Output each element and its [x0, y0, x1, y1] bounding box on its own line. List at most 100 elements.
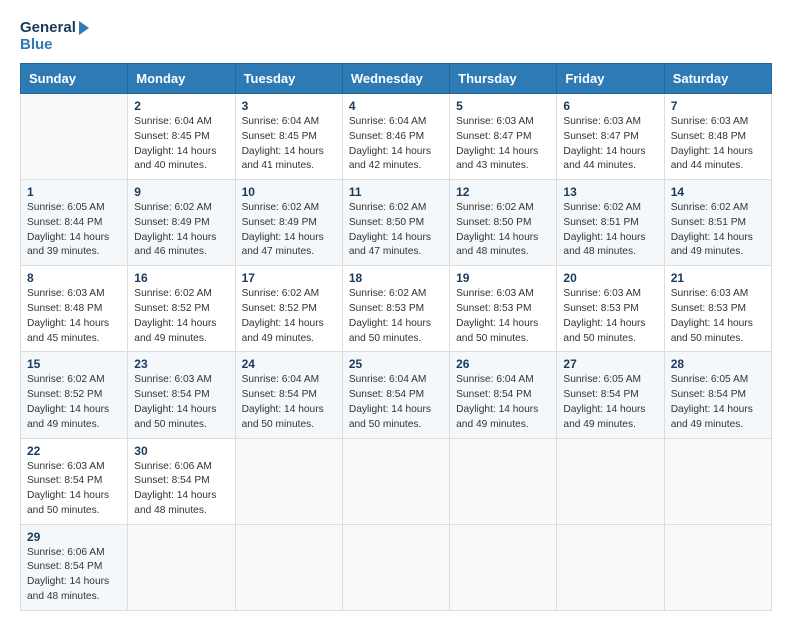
day-number: 6	[563, 99, 657, 113]
calendar-cell: 1 Sunrise: 6:05 AMSunset: 8:44 PMDaylight…	[21, 180, 128, 266]
calendar-cell: 24Sunrise: 6:04 AMSunset: 8:54 PMDayligh…	[235, 352, 342, 438]
day-number: 14	[671, 185, 765, 199]
day-number: 22	[27, 444, 121, 458]
week-row-4: 22 Sunrise: 6:03 AMSunset: 8:54 PMDayligh…	[21, 438, 772, 524]
calendar-cell: 9 Sunrise: 6:02 AMSunset: 8:49 PMDaylight…	[128, 180, 235, 266]
header-monday: Monday	[128, 64, 235, 94]
calendar-cell: 17Sunrise: 6:02 AMSunset: 8:52 PMDayligh…	[235, 266, 342, 352]
week-row-2: 8Sunrise: 6:03 AMSunset: 8:48 PMDaylight…	[21, 266, 772, 352]
logo-text-general: General	[20, 20, 89, 37]
day-number: 24	[242, 357, 336, 371]
calendar-cell: 27 Sunrise: 6:05 AMSunset: 8:54 PMDayligh…	[557, 352, 664, 438]
day-number: 30	[134, 444, 228, 458]
calendar-cell: 10Sunrise: 6:02 AMSunset: 8:49 PMDayligh…	[235, 180, 342, 266]
day-info: Sunrise: 6:02 AMSunset: 8:49 PMDaylight:…	[134, 201, 228, 260]
calendar-cell: 13 Sunrise: 6:02 AMSunset: 8:51 PMDayligh…	[557, 180, 664, 266]
calendar-cell	[235, 524, 342, 610]
day-info: Sunrise: 6:02 AMSunset: 8:50 PMDaylight:…	[349, 201, 443, 260]
day-info: Sunrise: 6:04 AMSunset: 8:45 PMDaylight:…	[242, 115, 336, 174]
calendar-cell: 22 Sunrise: 6:03 AMSunset: 8:54 PMDayligh…	[21, 438, 128, 524]
day-info: Sunrise: 6:04 AMSunset: 8:45 PMDaylight:…	[134, 115, 228, 174]
week-row-5: 29 Sunrise: 6:06 AMSunset: 8:54 PMDayligh…	[21, 524, 772, 610]
calendar-cell	[664, 524, 771, 610]
day-number: 8	[27, 271, 121, 285]
calendar-cell: 5Sunrise: 6:03 AMSunset: 8:47 PMDaylight…	[450, 94, 557, 180]
day-info: Sunrise: 6:02 AMSunset: 8:52 PMDaylight:…	[242, 287, 336, 346]
day-info: Sunrise: 6:02 AMSunset: 8:52 PMDaylight:…	[134, 287, 228, 346]
day-number: 21	[671, 271, 765, 285]
week-row-1: 1 Sunrise: 6:05 AMSunset: 8:44 PMDaylight…	[21, 180, 772, 266]
day-number: 28	[671, 357, 765, 371]
calendar-cell	[450, 438, 557, 524]
day-info: Sunrise: 6:03 AMSunset: 8:53 PMDaylight:…	[456, 287, 550, 346]
calendar-cell	[235, 438, 342, 524]
header-friday: Friday	[557, 64, 664, 94]
page-header: General Blue	[20, 20, 772, 53]
calendar-cell	[128, 524, 235, 610]
header-wednesday: Wednesday	[342, 64, 449, 94]
calendar-cell	[450, 524, 557, 610]
day-number: 9	[134, 185, 228, 199]
calendar-cell	[342, 524, 449, 610]
calendar-cell: 29 Sunrise: 6:06 AMSunset: 8:54 PMDayligh…	[21, 524, 128, 610]
day-number: 11	[349, 185, 443, 199]
logo-text-blue: Blue	[20, 37, 89, 54]
calendar-cell: 2 Sunrise: 6:04 AMSunset: 8:45 PMDaylight…	[128, 94, 235, 180]
header-thursday: Thursday	[450, 64, 557, 94]
day-info: Sunrise: 6:04 AMSunset: 8:54 PMDaylight:…	[349, 373, 443, 432]
header-tuesday: Tuesday	[235, 64, 342, 94]
calendar-cell: 18 Sunrise: 6:02 AMSunset: 8:53 PMDayligh…	[342, 266, 449, 352]
day-info: Sunrise: 6:03 AMSunset: 8:47 PMDaylight:…	[563, 115, 657, 174]
day-number: 26	[456, 357, 550, 371]
day-info: Sunrise: 6:02 AMSunset: 8:50 PMDaylight:…	[456, 201, 550, 260]
calendar-cell: 25 Sunrise: 6:04 AMSunset: 8:54 PMDayligh…	[342, 352, 449, 438]
day-info: Sunrise: 6:06 AMSunset: 8:54 PMDaylight:…	[27, 546, 121, 605]
calendar-cell: 23 Sunrise: 6:03 AMSunset: 8:54 PMDayligh…	[128, 352, 235, 438]
logo-container: General Blue	[20, 20, 89, 53]
day-info: Sunrise: 6:03 AMSunset: 8:54 PMDaylight:…	[134, 373, 228, 432]
day-info: Sunrise: 6:05 AMSunset: 8:54 PMDaylight:…	[563, 373, 657, 432]
day-info: Sunrise: 6:04 AMSunset: 8:54 PMDaylight:…	[456, 373, 550, 432]
calendar-cell: 21Sunrise: 6:03 AMSunset: 8:53 PMDayligh…	[664, 266, 771, 352]
day-info: Sunrise: 6:04 AMSunset: 8:46 PMDaylight:…	[349, 115, 443, 174]
calendar-cell: 15Sunrise: 6:02 AMSunset: 8:52 PMDayligh…	[21, 352, 128, 438]
calendar-cell	[342, 438, 449, 524]
calendar-cell: 26 Sunrise: 6:04 AMSunset: 8:54 PMDayligh…	[450, 352, 557, 438]
calendar-cell: 11 Sunrise: 6:02 AMSunset: 8:50 PMDayligh…	[342, 180, 449, 266]
day-number: 29	[27, 530, 121, 544]
day-number: 3	[242, 99, 336, 113]
header-sunday: Sunday	[21, 64, 128, 94]
calendar-cell: 20 Sunrise: 6:03 AMSunset: 8:53 PMDayligh…	[557, 266, 664, 352]
day-number: 25	[349, 357, 443, 371]
day-number: 12	[456, 185, 550, 199]
day-number: 7	[671, 99, 765, 113]
day-info: Sunrise: 6:03 AMSunset: 8:54 PMDaylight:…	[27, 460, 121, 519]
header-row: SundayMondayTuesdayWednesdayThursdayFrid…	[21, 64, 772, 94]
day-number: 23	[134, 357, 228, 371]
calendar-cell: 16Sunrise: 6:02 AMSunset: 8:52 PMDayligh…	[128, 266, 235, 352]
day-info: Sunrise: 6:02 AMSunset: 8:49 PMDaylight:…	[242, 201, 336, 260]
day-number: 2	[134, 99, 228, 113]
day-number: 18	[349, 271, 443, 285]
day-number: 20	[563, 271, 657, 285]
calendar-cell: 28 Sunrise: 6:05 AMSunset: 8:54 PMDayligh…	[664, 352, 771, 438]
calendar-table: SundayMondayTuesdayWednesdayThursdayFrid…	[20, 63, 772, 611]
day-info: Sunrise: 6:02 AMSunset: 8:53 PMDaylight:…	[349, 287, 443, 346]
day-number: 19	[456, 271, 550, 285]
calendar-cell: 30Sunrise: 6:06 AMSunset: 8:54 PMDayligh…	[128, 438, 235, 524]
day-info: Sunrise: 6:03 AMSunset: 8:53 PMDaylight:…	[563, 287, 657, 346]
day-info: Sunrise: 6:05 AMSunset: 8:54 PMDaylight:…	[671, 373, 765, 432]
day-info: Sunrise: 6:03 AMSunset: 8:48 PMDaylight:…	[671, 115, 765, 174]
header-saturday: Saturday	[664, 64, 771, 94]
week-row-3: 15Sunrise: 6:02 AMSunset: 8:52 PMDayligh…	[21, 352, 772, 438]
day-number: 15	[27, 357, 121, 371]
day-number: 13	[563, 185, 657, 199]
day-info: Sunrise: 6:05 AMSunset: 8:44 PMDaylight:…	[27, 201, 121, 260]
calendar-cell	[557, 524, 664, 610]
day-info: Sunrise: 6:02 AMSunset: 8:51 PMDaylight:…	[563, 201, 657, 260]
day-info: Sunrise: 6:02 AMSunset: 8:51 PMDaylight:…	[671, 201, 765, 260]
calendar-cell: 6 Sunrise: 6:03 AMSunset: 8:47 PMDaylight…	[557, 94, 664, 180]
day-number: 1	[27, 185, 121, 199]
calendar-cell: 19 Sunrise: 6:03 AMSunset: 8:53 PMDayligh…	[450, 266, 557, 352]
day-number: 27	[563, 357, 657, 371]
